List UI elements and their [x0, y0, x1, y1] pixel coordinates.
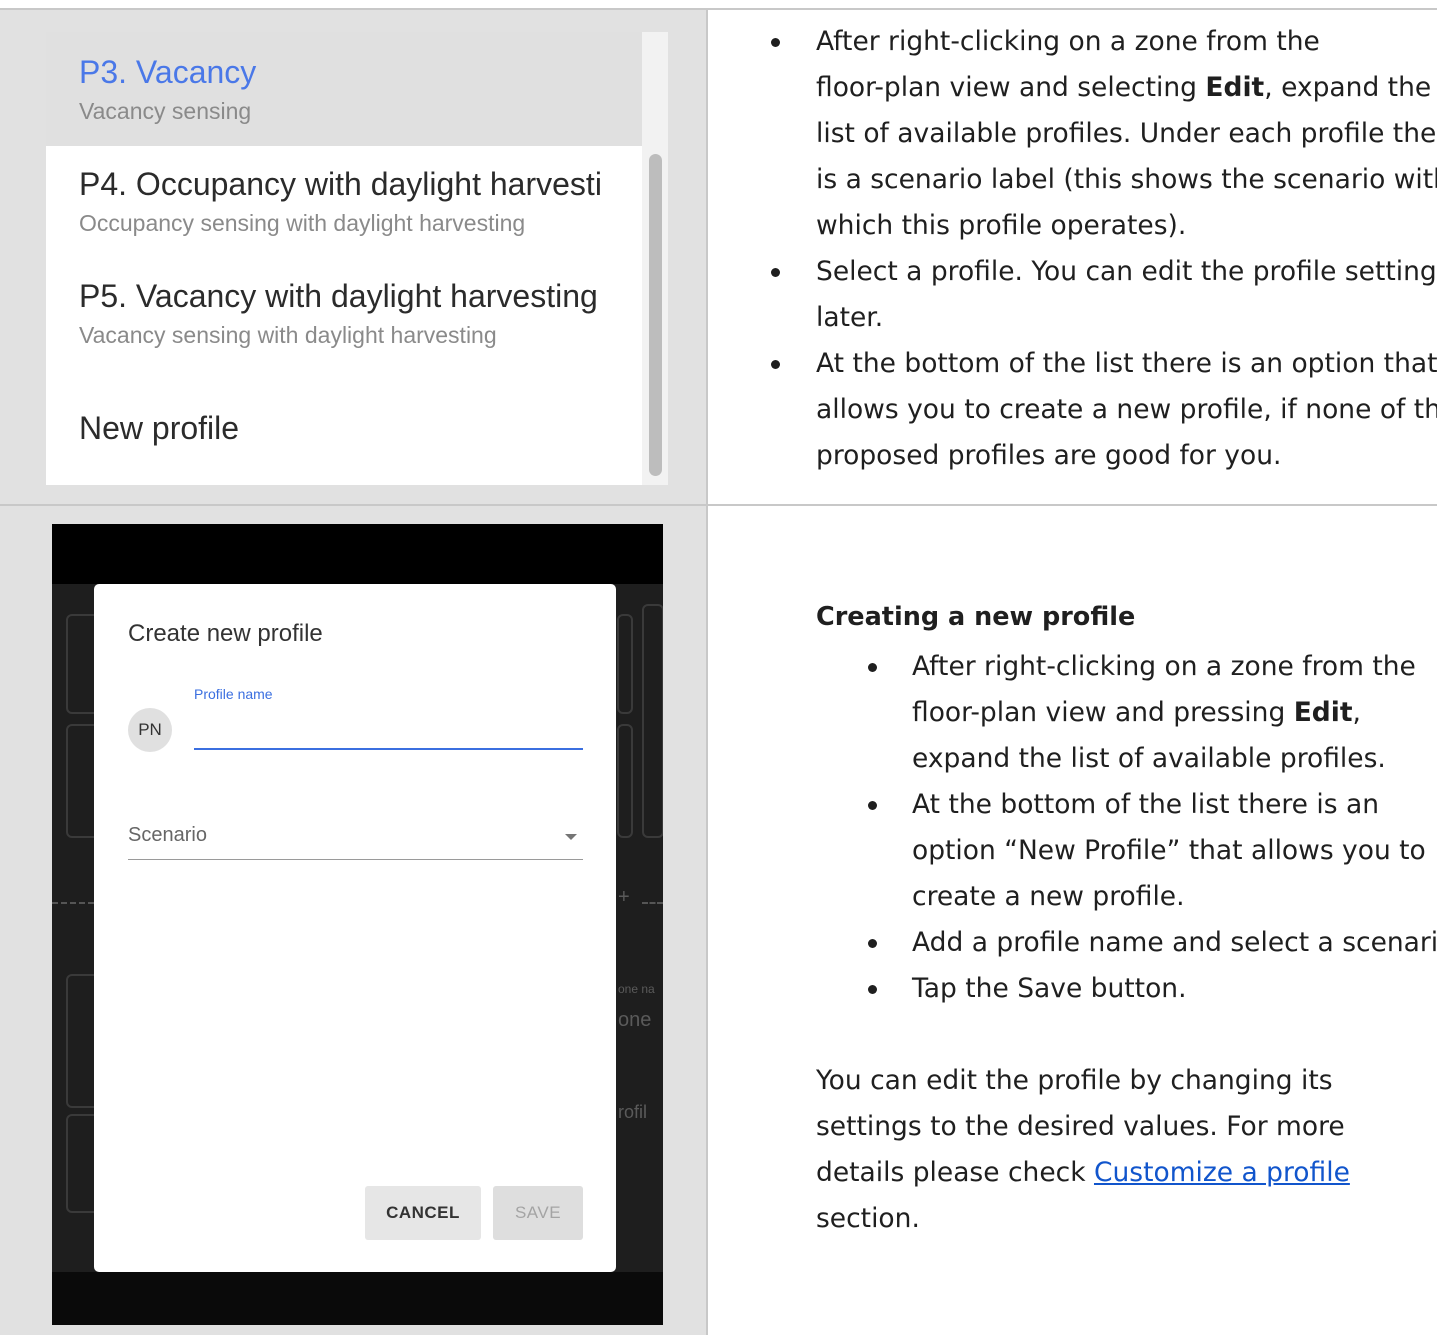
text-span: , expand the	[1264, 72, 1432, 103]
bullet-dot	[771, 360, 780, 369]
profile-title: P3. Vacancy	[79, 54, 257, 90]
profile-subtitle: Occupancy sensing with daylight harvesti…	[79, 210, 526, 236]
app-top-bar	[52, 524, 663, 584]
text-line: At the bottom of the list there is an op…	[816, 348, 1437, 379]
dialog-title: Create new profile	[128, 620, 323, 647]
text-line: floor-plan view and selecting Edit, expa…	[816, 65, 1431, 111]
save-button[interactable]: SAVE	[493, 1186, 583, 1240]
text-line: which this profile operates).	[816, 210, 1187, 241]
scrollbar-thumb[interactable]	[649, 154, 662, 476]
app-screenshot: + one na one rofil Create new profile PN…	[52, 524, 663, 1325]
bullet-dot	[868, 939, 877, 948]
text-line: Select a profile. You can edit the profi…	[816, 256, 1437, 287]
chevron-down-icon[interactable]	[565, 834, 577, 840]
scrollbar-track[interactable]	[642, 32, 668, 485]
text-line: list of available profiles. Under each p…	[816, 118, 1437, 149]
text-line: expand the list of available profiles.	[912, 743, 1386, 774]
text-line: After right-clicking on a zone from the	[912, 651, 1416, 682]
intro-instructions: After right-clicking on a zone from the …	[708, 10, 1437, 504]
floorplan-tile	[617, 614, 633, 714]
bullet-dot	[771, 268, 780, 277]
scenario-select[interactable]	[128, 859, 583, 860]
bg-dashed-line	[642, 902, 663, 904]
text-line: proposed profiles are good for you.	[816, 440, 1282, 471]
text-line: section.	[816, 1203, 920, 1234]
bullet-dot	[868, 663, 877, 672]
bullet-dot	[868, 801, 877, 810]
bullet-dot	[868, 985, 877, 994]
profile-title: P4. Occupancy with daylight harvesti	[79, 166, 602, 202]
cancel-button[interactable]: CANCEL	[365, 1186, 481, 1240]
bg-plus: +	[618, 886, 630, 908]
profile-item-p4[interactable]: P4. Occupancy with daylight harvesti Occ…	[46, 146, 642, 258]
text-span: details please check	[816, 1157, 1094, 1188]
text-line: Tap the Save button.	[912, 973, 1187, 1004]
avatar: PN	[128, 708, 172, 752]
bg-zone-label: one na	[618, 982, 655, 996]
profile-list: P3. Vacancy Vacancy sensing P4. Occupanc…	[46, 32, 668, 485]
text-line: option “New Profile” that allows you to	[912, 835, 1426, 866]
text-line: allows you to create a new profile, if n…	[816, 394, 1437, 425]
text-line: You can edit the profile by changing its	[816, 1065, 1333, 1096]
profile-subtitle: Vacancy sensing with daylight harvesting	[79, 322, 497, 348]
text-line: At the bottom of the list there is an	[912, 789, 1380, 820]
scenario-select-label[interactable]: Scenario	[128, 824, 207, 847]
text-line: settings to the desired values. For more	[816, 1111, 1345, 1142]
profile-item-p5[interactable]: P5. Vacancy with daylight harvesting Vac…	[46, 258, 642, 370]
bg-dashed-line	[52, 902, 94, 904]
profile-name-label: Profile name	[194, 686, 273, 702]
profile-item-p3[interactable]: P3. Vacancy Vacancy sensing	[46, 32, 642, 146]
bold-edit: Edit	[1293, 697, 1353, 728]
new-profile-label: New profile	[79, 410, 240, 446]
creating-instructions: Creating a new profile After right-click…	[708, 506, 1437, 1335]
text-span: floor-plan view and pressing	[912, 697, 1294, 728]
profile-name-input[interactable]	[194, 748, 583, 750]
profile-title: P5. Vacancy with daylight harvesting	[79, 278, 598, 314]
bg-profile: rofil	[618, 1102, 648, 1122]
text-line: floor-plan view and pressing Edit,	[912, 690, 1361, 736]
new-profile-item[interactable]: New profile	[46, 370, 642, 485]
create-profile-dialog: Create new profile PN Profile name Scena…	[94, 584, 616, 1272]
profile-subtitle: Vacancy sensing	[79, 98, 252, 124]
bg-zone-value: one	[618, 1009, 652, 1031]
bullet-dot	[771, 38, 780, 47]
text-line: Add a profile name and select a scenario…	[912, 927, 1437, 958]
text-span: ,	[1352, 697, 1361, 728]
section-heading: Creating a new profile	[816, 602, 1136, 632]
text-line: is a scenario label (this shows the scen…	[816, 164, 1437, 195]
profile-list-screenshot: P3. Vacancy Vacancy sensing P4. Occupanc…	[0, 10, 706, 504]
text-line: later.	[816, 302, 884, 333]
dialog-screenshot: + one na one rofil Create new profile PN…	[0, 506, 706, 1335]
app-bottom-bar	[52, 1272, 663, 1325]
text-line: details please check Customize a profile	[816, 1150, 1350, 1196]
bold-edit: Edit	[1205, 72, 1265, 103]
text-line: create a new profile.	[912, 881, 1185, 912]
text-line: After right-clicking on a zone from the	[816, 26, 1320, 57]
floorplan-tile	[642, 604, 663, 838]
text-span: floor-plan view and selecting	[816, 72, 1206, 103]
customize-profile-link[interactable]: Customize a profile	[1094, 1157, 1350, 1188]
floorplan-tile	[617, 724, 633, 838]
